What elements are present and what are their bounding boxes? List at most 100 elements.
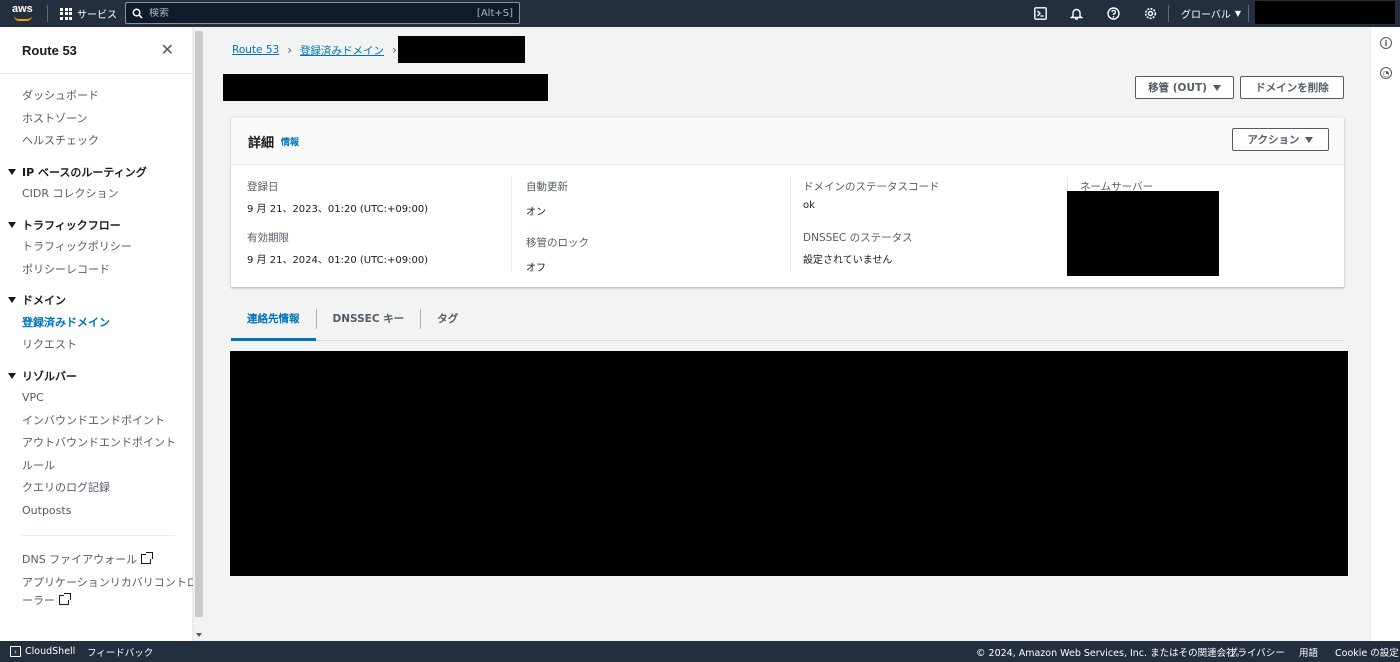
sidebar-item-outbound-endpoints[interactable]: アウトバウンドエンドポイント (0, 432, 193, 455)
cookie-settings-link[interactable]: Cookie の設定 (1335, 641, 1399, 662)
dnssec-status-label: DNSSEC のステータス (803, 232, 913, 244)
expiration-date-value: 9 月 21、2024、01:20 (UTC:+09:00) (247, 255, 429, 266)
breadcrumb-route53[interactable]: Route 53 (232, 44, 279, 56)
sidebar-item-inbound-endpoints[interactable]: インバウンドエンドポイント (0, 410, 193, 433)
sidebar-list: ダッシュボード ホストゾーン ヘルスチェック IP ベースのルーティング CID… (0, 85, 198, 610)
breadcrumb: Route 53 › 登録済みドメイン › (232, 36, 397, 64)
search-box[interactable]: [Alt+S] (125, 2, 520, 24)
caret-down-icon (8, 372, 16, 379)
sidebar-section-traffic-flow[interactable]: トラフィックフロー (0, 214, 193, 237)
cloudshell-icon[interactable] (1033, 6, 1047, 20)
scrollbar-thumb[interactable] (195, 31, 203, 617)
sidebar-section-domains[interactable]: ドメイン (0, 289, 193, 312)
sidebar-title[interactable]: Route 53 (22, 43, 77, 58)
search-input[interactable] (149, 7, 477, 19)
aws-logo[interactable]: aws (12, 4, 36, 22)
nameservers-value-redacted (1067, 191, 1219, 276)
region-selector[interactable]: グローバル ▼ (1181, 0, 1241, 27)
tools-rail: i ◔ (1370, 27, 1400, 641)
sidebar-item-health-checks[interactable]: ヘルスチェック (0, 130, 193, 153)
sidebar-item-vpc[interactable]: VPC (0, 387, 193, 410)
sidebar-item-requests[interactable]: リクエスト (0, 334, 193, 357)
privacy-link[interactable]: プライバシー (1228, 641, 1285, 662)
domain-status-code-label: ドメインのステータスコード (803, 181, 940, 193)
sidebar-section-label: IP ベースのルーティング (22, 165, 147, 179)
delete-domain-button[interactable]: ドメインを削除 (1240, 76, 1344, 99)
sidebar-item-dashboard[interactable]: ダッシュボード (0, 85, 193, 108)
sidebar-item-hosted-zones[interactable]: ホストゾーン (0, 108, 193, 131)
nav-divider (1248, 5, 1249, 22)
feedback-link[interactable]: フィードバック (87, 641, 153, 662)
details-container: 詳細 情報 アクション 登録日 9 月 21、2023、01:20 (UTC:+… (231, 117, 1344, 287)
sidebar-header: Route 53 ✕ (0, 27, 192, 74)
sidebar-item-label: ーラー (22, 593, 55, 607)
help-icon[interactable] (1106, 6, 1120, 20)
copyright-text: © 2024, Amazon Web Services, Inc. またはその関… (976, 647, 1246, 659)
info-link[interactable]: 情報 (281, 135, 299, 148)
sidebar-item-arc-cont[interactable]: ーラー (0, 592, 193, 610)
auto-renew-label: 自動更新 (526, 181, 568, 193)
chevron-right-icon: › (392, 43, 397, 57)
sidebar-section-label: トラフィックフロー (22, 218, 121, 232)
transfer-lock-label: 移管のロック (526, 237, 589, 249)
tab-contact-info[interactable]: 連絡先情報 (231, 298, 316, 341)
actions-label: アクション (1247, 134, 1300, 146)
aws-logo-text: aws (12, 3, 33, 15)
registered-date-value: 9 月 21、2023、01:20 (UTC:+09:00) (247, 204, 429, 215)
sidebar-divider (22, 535, 175, 536)
page-title-redacted (223, 74, 548, 101)
info-icon[interactable]: i (1380, 37, 1392, 49)
terms-link[interactable]: 用語 (1299, 641, 1318, 662)
chevron-right-icon: › (287, 43, 292, 57)
details-column-status: ドメインのステータスコード ok DNSSEC のステータス 設定されていません (803, 176, 1068, 272)
services-label: サービス (77, 10, 117, 21)
registered-date-label: 登録日 (247, 181, 279, 193)
caret-down-icon (8, 221, 16, 228)
actions-button[interactable]: アクション (1232, 128, 1329, 151)
sidebar-item-traffic-policies[interactable]: トラフィックポリシー (0, 236, 193, 259)
grid-icon (60, 7, 72, 20)
close-icon[interactable]: ✕ (161, 42, 174, 58)
details-title: 詳細 (248, 134, 275, 150)
auto-renew-value: オン (526, 207, 546, 218)
account-menu-redacted[interactable] (1255, 1, 1395, 24)
sidebar-item-cidr-collections[interactable]: CIDR コレクション (0, 183, 193, 206)
sidebar-section-label: ドメイン (22, 294, 66, 308)
sidebar-item-rules[interactable]: ルール (0, 455, 193, 478)
nav-divider (1168, 5, 1169, 22)
sidebar-item-query-logging[interactable]: クエリのログ記録 (0, 477, 193, 500)
sidebar-item-outposts[interactable]: Outposts (0, 500, 193, 523)
tab-tags[interactable]: タグ (421, 298, 474, 340)
caret-down-icon (1305, 136, 1314, 143)
notifications-bell-icon[interactable] (1069, 6, 1083, 20)
sidebar-section-ip-routing[interactable]: IP ベースのルーティング (0, 161, 193, 184)
aws-smile-icon (14, 16, 32, 21)
sidebar-item-label: DNS ファイアウォール (22, 553, 138, 566)
sidebar-scrollbar[interactable] (193, 27, 203, 641)
sidebar-section-label: リゾルバー (22, 369, 77, 383)
transfer-out-label: 移管 (OUT) (1148, 82, 1207, 94)
tutorial-icon[interactable]: ◔ (1380, 67, 1392, 79)
sidebar-item-arc[interactable]: アプリケーションリカバリコントロ (0, 574, 198, 592)
footer: › CloudShell フィードバック © 2024, Amazon Web … (0, 641, 1400, 662)
sidebar-item-dns-firewall[interactable]: DNS ファイアウォール (0, 549, 193, 572)
sidebar-section-resolver[interactable]: リゾルバー (0, 365, 193, 388)
contact-info-panel-redacted (230, 351, 1348, 576)
transfer-out-button[interactable]: 移管 (OUT) (1135, 76, 1234, 99)
top-navigation: aws サービス [Alt+S] グローバル ▼ (0, 0, 1400, 27)
search-icon (132, 8, 143, 19)
search-shortcut: [Alt+S] (476, 7, 513, 19)
settings-gear-icon[interactable] (1143, 6, 1157, 20)
sidebar-item-policy-records[interactable]: ポリシーレコード (0, 259, 193, 282)
tab-dnssec-keys[interactable]: DNSSEC キー (317, 298, 421, 340)
external-link-icon (141, 552, 154, 564)
nav-divider (47, 5, 48, 22)
cloudshell-footer-button[interactable]: › CloudShell (10, 641, 75, 662)
services-menu-button[interactable]: サービス (60, 0, 117, 27)
scroll-down-arrow-icon[interactable] (196, 633, 202, 637)
external-link-icon (59, 592, 71, 605)
breadcrumb-registered-domains[interactable]: 登録済みドメイン (300, 43, 384, 58)
caret-down-icon (8, 297, 16, 304)
caret-down-icon: ▼ (1234, 9, 1242, 18)
sidebar-item-registered-domains[interactable]: 登録済みドメイン (0, 312, 193, 335)
